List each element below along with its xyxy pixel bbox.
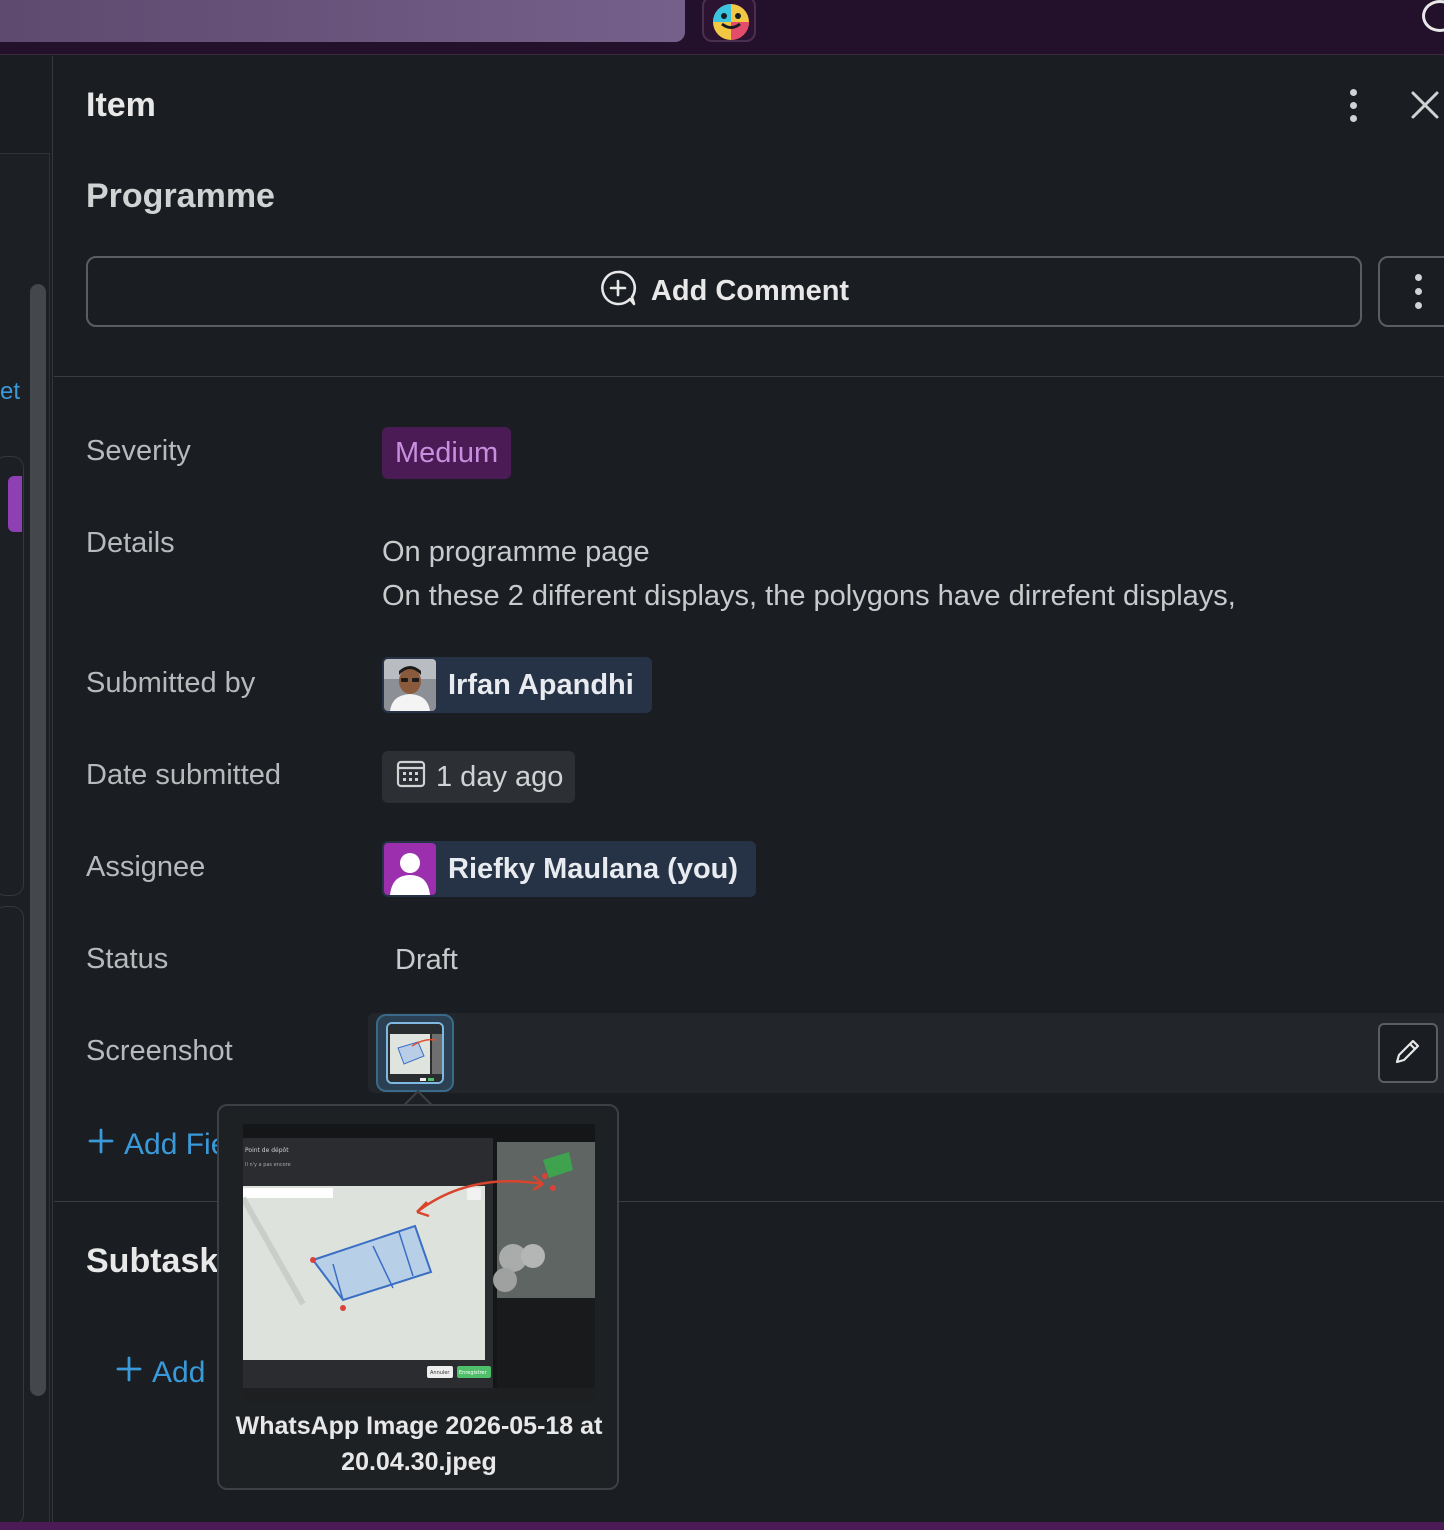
item-name: Programme [86, 177, 275, 215]
close-icon[interactable] [1408, 88, 1442, 122]
screenshot-preview-tooltip: Point de dépôt Il n'y a pas encore Annul… [217, 1104, 619, 1490]
details-value[interactable]: On programme page On these 2 different d… [382, 530, 1236, 618]
details-label: Details [86, 527, 175, 559]
add-field-label: Add Fie [124, 1128, 228, 1161]
submitted-by-label: Submitted by [86, 667, 256, 699]
help-icon[interactable] [1422, 0, 1444, 32]
add-comment-button[interactable]: Add Comment [86, 256, 1362, 327]
pencil-icon [1393, 1036, 1423, 1071]
preview-dialog-title: Point de dépôt [245, 1147, 289, 1154]
app-logo-icon[interactable] [702, 0, 756, 42]
avatar [384, 659, 436, 711]
panel-title: Item [86, 86, 156, 124]
left-rail-card [0, 906, 24, 1526]
search-bar[interactable] [0, 0, 685, 42]
date-submitted-value: 1 day ago [436, 760, 564, 793]
status-label: Status [86, 943, 169, 975]
more-options-icon[interactable] [1338, 84, 1368, 126]
screenshot-preview-image: Point de dépôt Il n'y a pas encore Annul… [243, 1124, 595, 1402]
bottom-border [0, 1522, 1444, 1530]
add-subtask-label: Add [152, 1356, 206, 1389]
add-comment-icon [599, 269, 637, 315]
screenshot-row [368, 1013, 1444, 1093]
left-rail-link[interactable]: et [0, 378, 20, 406]
submitter-name: Irfan Apandhi [448, 668, 634, 701]
assignee-name: Riefky Maulana (you) [448, 852, 739, 885]
screenshot-thumbnail[interactable] [376, 1014, 454, 1092]
plus-icon [88, 1128, 114, 1162]
add-comment-label: Add Comment [650, 275, 850, 307]
comment-more-options-icon[interactable] [1378, 256, 1444, 327]
add-subtask-button[interactable]: Add [116, 1356, 205, 1390]
add-field-button[interactable]: Add Fie [88, 1128, 227, 1162]
assignee-label: Assignee [86, 851, 206, 883]
status-value[interactable]: Draft [395, 944, 458, 977]
preview-save-label: Enregistrer [459, 1370, 488, 1376]
subtasks-heading: Subtask [86, 1242, 219, 1280]
assignee-chip[interactable]: Riefky Maulana (you) [382, 841, 757, 897]
preview-cancel-label: Annuler [430, 1370, 450, 1376]
severity-badge[interactable]: Medium [382, 427, 512, 479]
workspace-topbar [0, 0, 1444, 55]
preview-dialog-subtitle: Il n'y a pas encore [245, 1162, 291, 1168]
severity-label: Severity [86, 435, 191, 467]
left-rail-scrollbar[interactable] [30, 284, 46, 1396]
details-line: On these 2 different displays, the polyg… [382, 580, 1236, 612]
plus-icon [116, 1356, 142, 1390]
submitter-chip[interactable]: Irfan Apandhi [382, 657, 652, 713]
screenshot-filename: WhatsApp Image 2026-05-18 at 20.04.30.jp… [235, 1412, 603, 1476]
edit-screenshot-button[interactable] [1378, 1023, 1438, 1083]
avatar [384, 843, 436, 895]
date-submitted-chip[interactable]: 1 day ago [382, 751, 576, 803]
date-submitted-label: Date submitted [86, 759, 282, 791]
calendar-icon [396, 758, 426, 796]
left-rail: et [0, 56, 53, 1530]
screenshot-thumbnail-image [386, 1022, 444, 1084]
left-rail-selected-marker [8, 476, 22, 532]
screenshot-label: Screenshot [86, 1035, 233, 1067]
divider [54, 376, 1444, 377]
details-line: On programme page [382, 536, 650, 568]
